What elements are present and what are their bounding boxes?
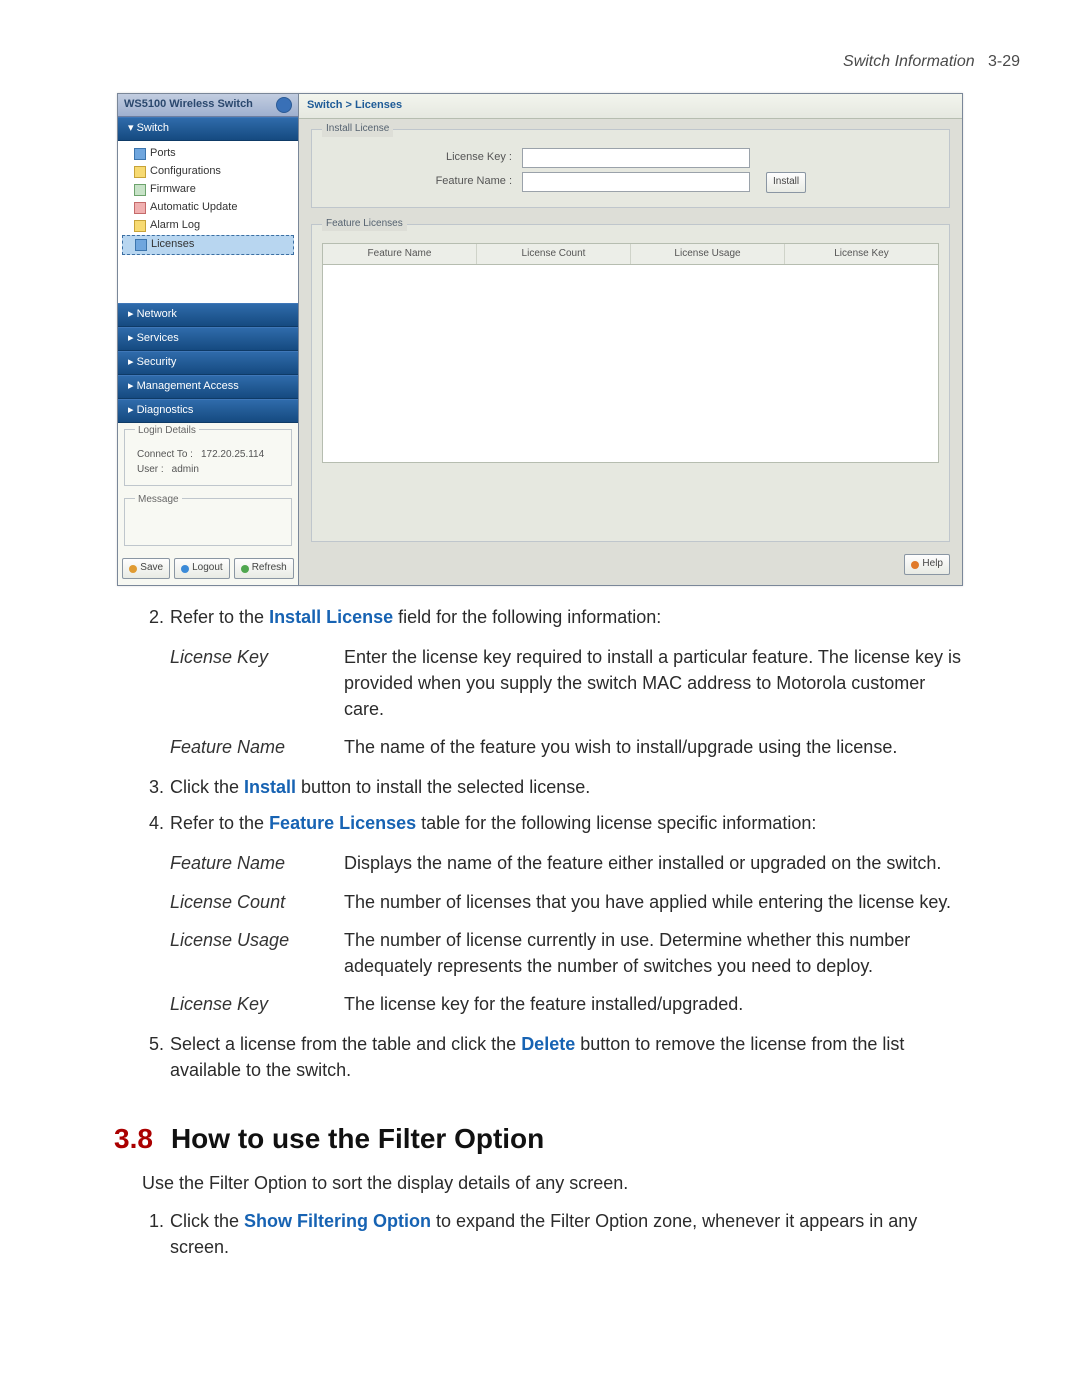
breadcrumb: Switch > Licenses (299, 94, 962, 119)
nav-section-security[interactable]: Security (118, 351, 298, 375)
table-header-row: Feature Name License Count License Usage… (323, 244, 938, 266)
login-details-title: Login Details (135, 425, 199, 436)
feature-name-label: Feature Name : (422, 174, 512, 190)
kw-show-filtering-option: Show Filtering Option (244, 1211, 431, 1231)
login-connect-label: Connect To : (137, 448, 193, 463)
logout-button[interactable]: Logout (174, 558, 230, 579)
section-number: 3.8 (114, 1119, 153, 1160)
message-title: Message (135, 494, 182, 505)
install-button[interactable]: Install (766, 172, 806, 193)
main-panel: Switch > Licenses Install License Licens… (299, 94, 962, 585)
firmware-icon (134, 184, 146, 196)
feature-name-input[interactable] (522, 172, 750, 192)
refresh-button[interactable]: Refresh (234, 558, 294, 579)
tree-item-licenses[interactable]: Licenses (122, 235, 294, 255)
configurations-icon (134, 166, 146, 178)
license-key-input[interactable] (522, 148, 750, 168)
refresh-icon (241, 565, 249, 573)
section-step-1: 1. Click the Show Filtering Option to ex… (114, 1208, 966, 1260)
nav-section-services[interactable]: Services (118, 327, 298, 351)
document-body: 2. Refer to the Install License field fo… (114, 604, 966, 1260)
sidebar-button-bar: Save Logout Refresh (118, 552, 298, 585)
kw-install: Install (244, 777, 296, 797)
login-details-box: Login Details Connect To :172.20.25.114 … (124, 429, 292, 487)
licenses-icon (135, 239, 147, 251)
step-5: 5. Select a license from the table and c… (114, 1031, 966, 1083)
glossary-2: Feature Name Displays the name of the fe… (170, 850, 966, 1016)
col-license-count[interactable]: License Count (477, 244, 631, 265)
tree-item-firmware[interactable]: Firmware (118, 181, 298, 199)
brand-bar: WS5100 Wireless Switch (118, 94, 298, 117)
tree-item-automatic-update[interactable]: Automatic Update (118, 199, 298, 217)
ports-icon (134, 148, 146, 160)
login-user-value: admin (172, 463, 199, 478)
gloss2-row-0: Feature Name Displays the name of the fe… (170, 850, 966, 876)
save-icon (129, 565, 137, 573)
section-heading: 3.8 How to use the Filter Option (114, 1119, 966, 1160)
glossary-1: License Key Enter the license key requir… (170, 644, 966, 760)
tree-item-alarm-log[interactable]: Alarm Log (118, 217, 298, 235)
running-head-title: Switch Information (843, 53, 975, 70)
save-button[interactable]: Save (122, 558, 170, 579)
sidebar: WS5100 Wireless Switch Switch Ports Conf… (118, 94, 299, 585)
col-license-key[interactable]: License Key (785, 244, 938, 265)
message-box: Message (124, 498, 292, 546)
running-head-page: 3-29 (988, 53, 1020, 70)
install-license-title: Install License (322, 122, 393, 137)
gloss2-row-1: License Count The number of licenses tha… (170, 889, 966, 915)
logout-icon (181, 565, 189, 573)
install-license-group: Install License License Key : Feature Na… (311, 129, 950, 208)
gloss1-row-1: Feature Name The name of the feature you… (170, 734, 966, 760)
step-3: 3. Click the Install button to install t… (114, 774, 966, 800)
section-body: Use the Filter Option to sort the displa… (142, 1170, 966, 1196)
login-user-label: User : (137, 463, 164, 478)
kw-feature-licenses: Feature Licenses (269, 813, 416, 833)
gloss2-row-2: License Usage The number of license curr… (170, 927, 966, 979)
col-feature-name[interactable]: Feature Name (323, 244, 477, 265)
automatic-update-icon (134, 202, 146, 214)
brand-logo-icon (276, 97, 292, 113)
nav-section-switch[interactable]: Switch (118, 117, 298, 141)
nav-tree: Ports Configurations Firmware Automatic … (118, 141, 298, 303)
product-name: WS5100 Wireless Switch (124, 97, 253, 113)
help-icon (911, 561, 919, 569)
license-key-label: License Key : (422, 150, 512, 166)
gloss1-row-0: License Key Enter the license key requir… (170, 644, 966, 722)
kw-delete: Delete (521, 1034, 575, 1054)
section-title: How to use the Filter Option (171, 1119, 544, 1160)
col-license-usage[interactable]: License Usage (631, 244, 785, 265)
step-4: 4. Refer to the Feature Licenses table f… (114, 810, 966, 836)
step-2: 2. Refer to the Install License field fo… (114, 604, 966, 630)
screenshot-frame: WS5100 Wireless Switch Switch Ports Conf… (117, 93, 963, 586)
page-root: Switch Information 3-29 WS5100 Wireless … (0, 0, 1080, 1397)
login-connect-value: 172.20.25.114 (201, 448, 264, 463)
tree-item-configurations[interactable]: Configurations (118, 163, 298, 181)
help-button[interactable]: Help (904, 554, 950, 575)
nav-section-diagnostics[interactable]: Diagnostics (118, 399, 298, 423)
nav-section-management-access[interactable]: Management Access (118, 375, 298, 399)
tree-item-ports[interactable]: Ports (118, 145, 298, 163)
gloss2-row-3: License Key The license key for the feat… (170, 991, 966, 1017)
running-head: Switch Information 3-29 (60, 50, 1020, 73)
kw-install-license: Install License (269, 607, 393, 627)
nav-section-network[interactable]: Network (118, 303, 298, 327)
feature-licenses-table: Feature Name License Count License Usage… (322, 243, 939, 463)
feature-licenses-title: Feature Licenses (322, 217, 407, 232)
feature-licenses-group: Feature Licenses Feature Name License Co… (311, 224, 950, 543)
alarm-log-icon (134, 220, 146, 232)
